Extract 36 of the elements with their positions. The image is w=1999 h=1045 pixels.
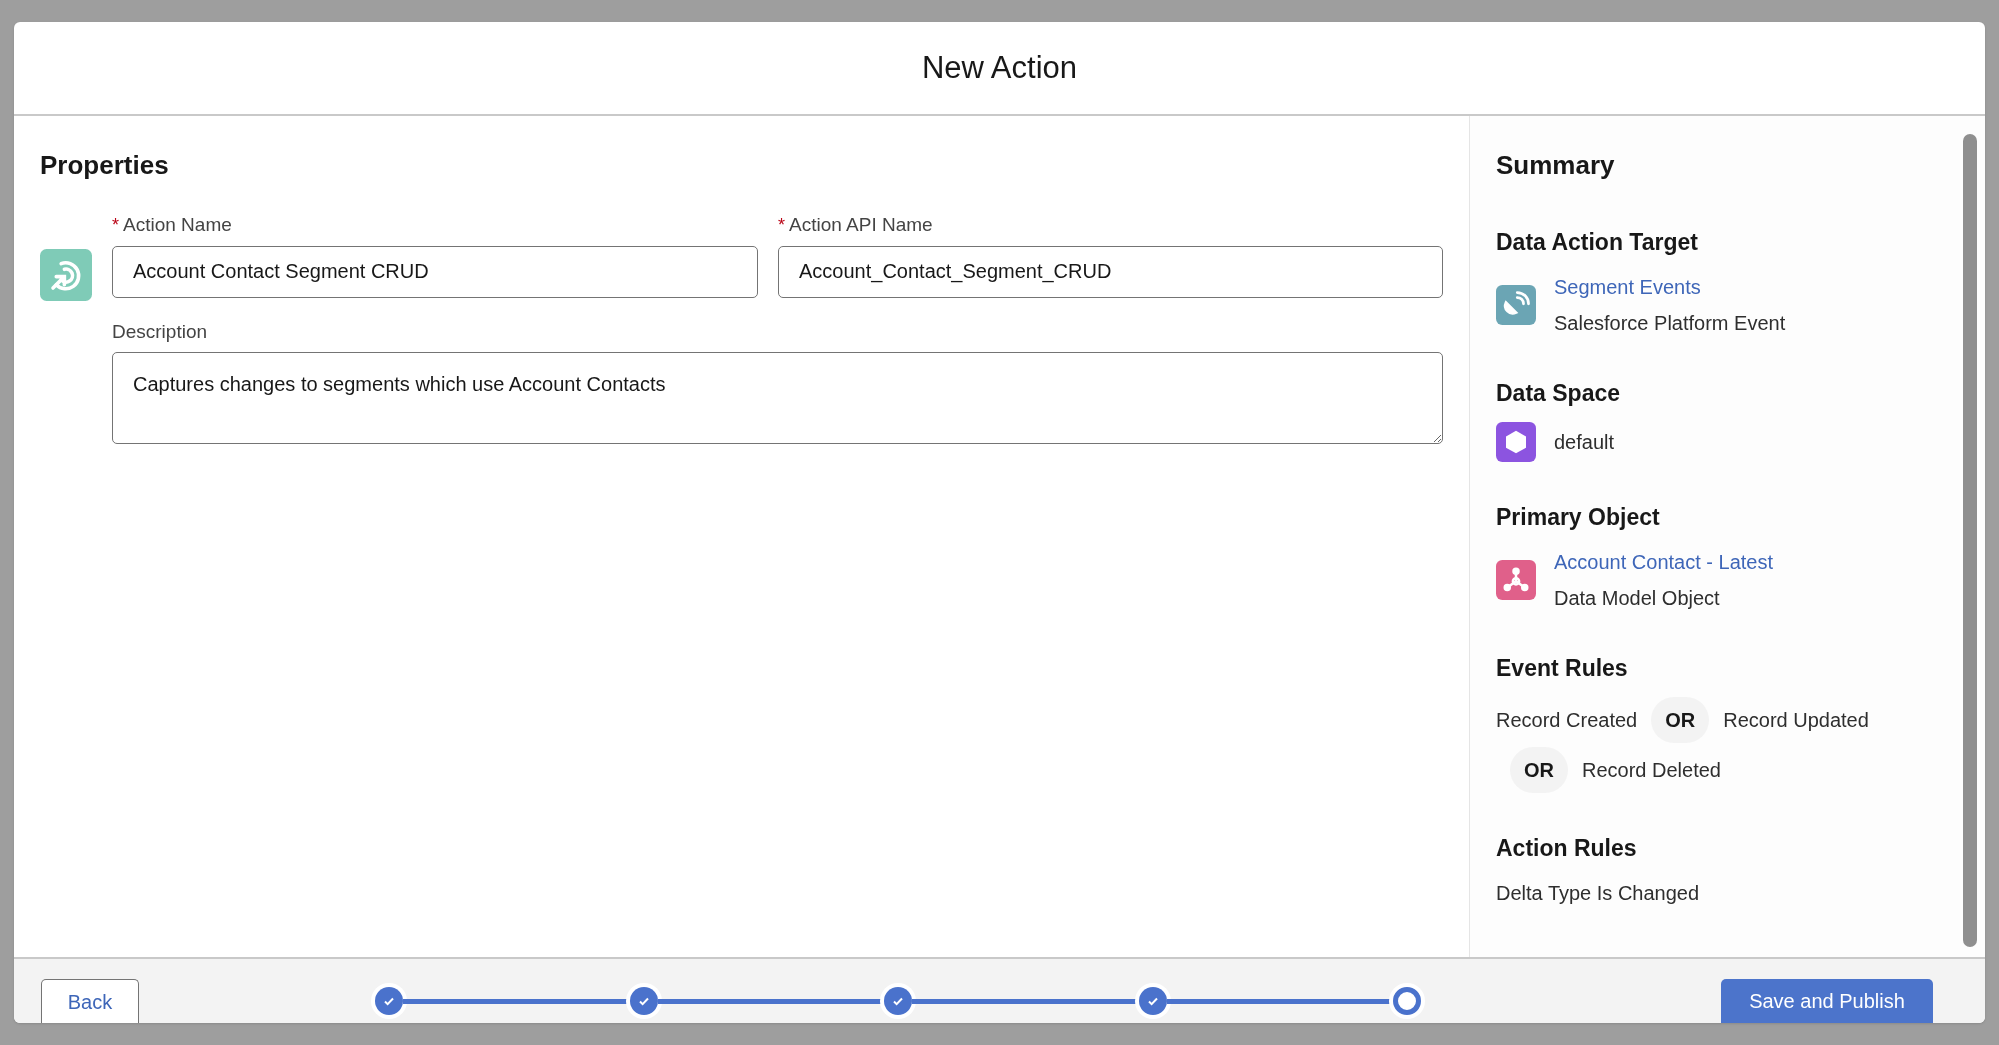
text-input[interactable]: Account_Contact_Segment_CRUD — [778, 245, 1443, 298]
back-button[interactable]: Back — [41, 979, 139, 1023]
section-heading: Primary Object — [1496, 503, 1661, 532]
action-rule: Delta Type Is Changed — [1496, 881, 1700, 904]
record-link[interactable]: Account Contact - Latest — [1554, 546, 1773, 577]
required-asterisk: * — [112, 214, 119, 237]
section-heading: Data Action Target — [1496, 228, 1699, 257]
section-heading: Summary — [1496, 149, 1616, 182]
step-check-icon[interactable] — [375, 987, 403, 1015]
current-step-icon[interactable] — [1393, 987, 1421, 1015]
section-heading: Data Space — [1496, 378, 1621, 408]
record-type: Salesforce Platform Event — [1554, 310, 1786, 336]
description-textarea[interactable]: Captures changes to segments which use Account Contacts — [112, 352, 1443, 444]
modal-title: New Action — [921, 48, 1078, 87]
section-heading: Action Rules — [1496, 834, 1638, 863]
field-label: Action Name — [123, 213, 232, 237]
text-input[interactable]: Account Contact Segment CRUD — [112, 245, 758, 298]
step-check-icon[interactable] — [629, 987, 658, 1015]
data-space-name: default — [1554, 430, 1615, 455]
operator-pill: OR — [1510, 747, 1568, 793]
step-check-icon[interactable] — [884, 987, 912, 1015]
event-rule: Record Updated — [1723, 708, 1869, 733]
operator-pill: OR — [1651, 697, 1710, 743]
action-icon — [40, 249, 92, 301]
event-rule: Record Deleted — [1582, 758, 1721, 783]
record-type: Data Model Object — [1554, 585, 1721, 611]
event-rule: Record Created — [1496, 708, 1638, 733]
record-link[interactable]: Segment Events — [1554, 271, 1786, 302]
save-and-publish-button[interactable]: Save and Publish — [1721, 979, 1933, 1023]
step-check-icon[interactable] — [1138, 987, 1167, 1015]
field-label: Description — [112, 319, 209, 344]
scrollbar[interactable] — [1963, 134, 1977, 947]
field-label: Action API Name — [789, 213, 933, 237]
section-heading: Event Rules — [1496, 653, 1629, 683]
required-asterisk: * — [778, 214, 785, 237]
section-heading: Properties — [40, 149, 170, 182]
